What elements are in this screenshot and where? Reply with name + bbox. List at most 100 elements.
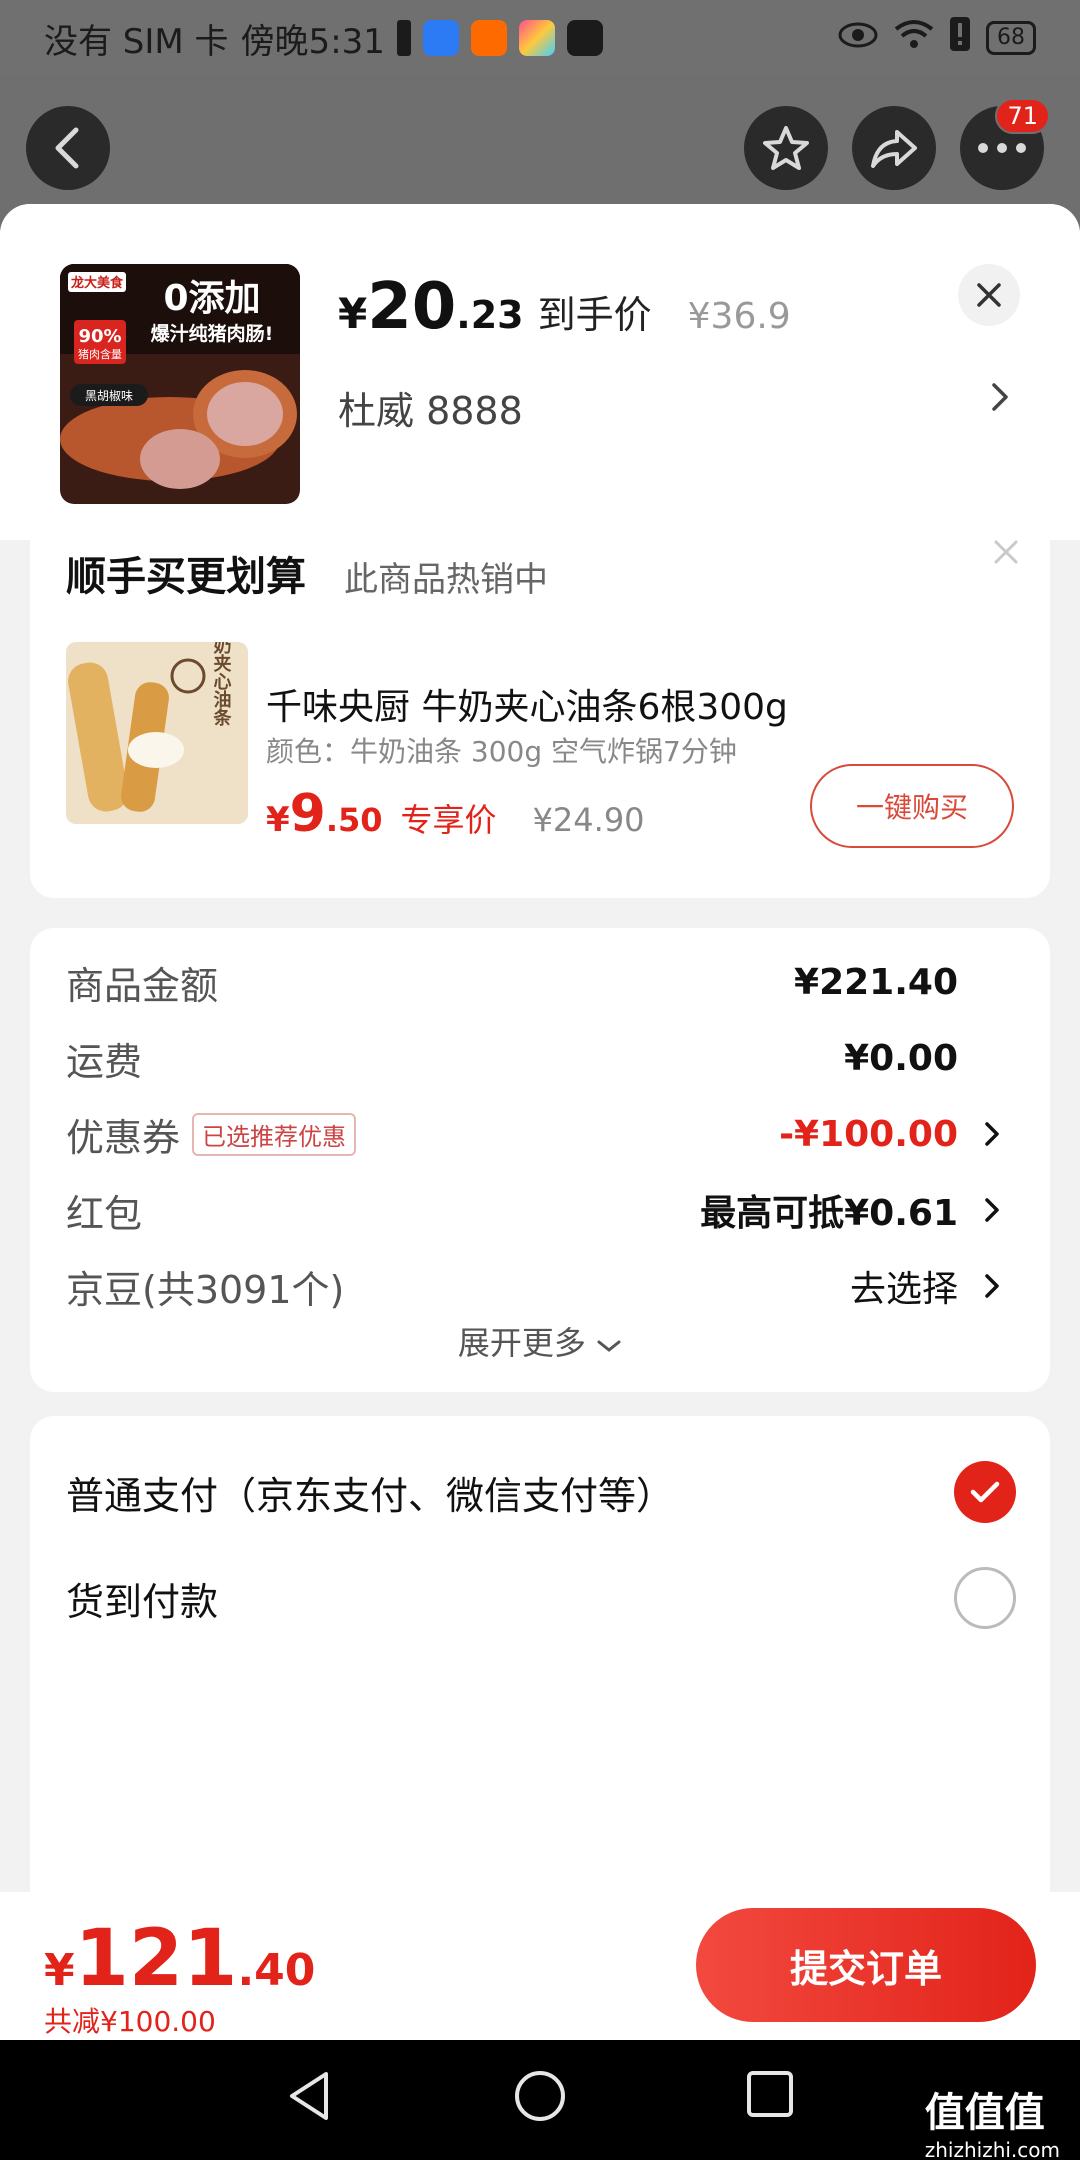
top-nav: 71 (0, 76, 1080, 204)
summary-row-redpacket[interactable]: 红包 最高可抵¥0.61 (66, 1180, 1036, 1240)
thumb-title-text: 牛奶夹心油条 (211, 642, 233, 727)
product-image: 龙大美食 0添加 爆汁纯猪肉肠! 90% 猪肉含量 黑胡椒味 (60, 264, 300, 504)
watermark: 值值值 zhizhizhi.com (925, 2080, 1060, 2160)
radio-unchecked-icon[interactable] (954, 1567, 1016, 1629)
system-home-icon[interactable] (512, 2068, 568, 2128)
payment-option-cod[interactable]: 货到付款 (66, 1558, 1016, 1638)
more-dots-icon (978, 143, 1026, 153)
order-summary: 商品金额 ¥221.40 运费 ¥0.00 优惠券 已选推荐优惠 -¥100.0… (30, 928, 1050, 1392)
pork-percent-text: 90% (78, 326, 121, 347)
expand-more-label: 展开更多 (457, 1324, 586, 1362)
notification-badge: 71 (995, 98, 1050, 134)
summary-label: 优惠券 (66, 1115, 181, 1160)
summary-row-shipping: 运费 ¥0.00 (66, 1028, 1036, 1088)
share-button[interactable] (852, 106, 936, 190)
eye-icon (838, 18, 878, 58)
system-back-icon[interactable] (284, 2068, 334, 2128)
pork-content-text: 猪肉含量 (78, 347, 122, 361)
system-nav-bar: 值值值 zhizhizhi.com (0, 2040, 1080, 2160)
payment-methods: 普通支付（京东支付、微信支付等） 货到付款 (30, 1416, 1050, 1896)
summary-value: ¥221.40 (794, 961, 958, 1003)
expand-more-button[interactable]: 展开更多 (30, 1318, 1050, 1364)
upsell-price-symbol: ¥ (266, 800, 290, 840)
upsell-title: 顺手买更划算 (66, 554, 306, 600)
total-price-integer: 121 (74, 1914, 238, 2004)
total-discount: 共减¥100.00 (44, 2005, 216, 2038)
radio-checked-icon[interactable] (954, 1461, 1016, 1523)
dismiss-upsell-icon[interactable] (992, 538, 1020, 570)
checkout-sheet: 龙大美食 0添加 爆汁纯猪肉肠! 90% 猪肉含量 黑胡椒味 ¥ 20 .23 … (0, 204, 1080, 1896)
submit-order-button[interactable]: 提交订单 (696, 1908, 1036, 2022)
clock-text: 傍晚5:31 (240, 21, 385, 62)
taobao-app-icon (470, 20, 507, 56)
close-button[interactable] (958, 264, 1020, 326)
watermark-url: zhizhizhi.com (924, 2138, 1060, 2160)
flavor-text: 黑胡椒味 (85, 389, 133, 403)
chevron-left-icon (55, 127, 79, 169)
close-icon (977, 283, 1001, 307)
summary-row-coupon[interactable]: 优惠券 已选推荐优惠 -¥100.00 (66, 1104, 1036, 1164)
battery-indicator: 68 (986, 21, 1036, 55)
upsell-price: ¥ 9 .50 专享价 ¥24.90 (266, 784, 645, 844)
payment-option-label: 货到付款 (66, 1579, 219, 1624)
exclusive-price-label: 专享价 (400, 801, 497, 839)
upsell-product-image[interactable]: 牛奶夹心油条 (66, 642, 248, 824)
price-integer: 20 (367, 270, 457, 344)
redpacket-value: 最高可抵¥0.61 (700, 1193, 958, 1234)
chevron-right-icon (984, 1196, 1000, 1228)
upsell-product-spec: 颜色：牛奶油条 300g 空气炸锅7分钟 (266, 735, 737, 768)
chevron-right-icon (984, 1120, 1000, 1152)
one-click-buy-button[interactable]: 一键购买 (810, 764, 1014, 848)
coupon-value: -¥100.00 (779, 1113, 958, 1155)
product-price: ¥ 20 .23 到手价 ¥36.9 (338, 270, 791, 344)
alert-icon (950, 16, 970, 60)
summary-row-jingdou[interactable]: 京豆(共3091个) 去选择 (66, 1256, 1036, 1316)
payment-option-label: 普通支付（京东支付、微信支付等） (66, 1473, 675, 1518)
favorite-button[interactable] (744, 106, 828, 190)
product-header: 龙大美食 0添加 爆汁纯猪肉肠! 90% 猪肉含量 黑胡椒味 ¥ 20 .23 … (0, 204, 1080, 540)
original-price: ¥36.9 (687, 296, 791, 337)
status-bar: 没有 SIM 卡 傍晚5:31 68 (0, 0, 1080, 76)
shield-app-icon (422, 20, 459, 56)
brand-text: 龙大美食 (71, 275, 124, 291)
upsell-original-price: ¥24.90 (532, 801, 645, 839)
summary-row-goods: 商品金额 ¥221.40 (66, 952, 1036, 1012)
jingdou-value: 去选择 (849, 1269, 958, 1310)
price-tag: 到手价 (537, 293, 652, 337)
star-icon (763, 126, 809, 170)
headline-text: 0添加 (163, 278, 260, 319)
total-price-decimal: .40 (237, 1945, 316, 1996)
upsell-card: 顺手买更划算 此商品热销中 牛奶夹心油条 千味央厨 牛奶夹心油条6根300g 颜… (30, 534, 1050, 898)
coupon-status-badge: 已选推荐优惠 (192, 1112, 357, 1156)
price-decimal: .23 (456, 293, 524, 337)
watermark-title: 值值值 (924, 2090, 1045, 2136)
chevron-right-icon (984, 1272, 1000, 1304)
upsell-product-name[interactable]: 千味央厨 牛奶夹心油条6根300g (266, 678, 788, 730)
chevron-down-icon (597, 1340, 621, 1352)
upsell-price-decimal: .50 (325, 801, 383, 839)
sim-icon (396, 20, 411, 56)
system-recents-icon[interactable] (744, 2068, 796, 2124)
upsell-price-integer: 9 (289, 784, 326, 844)
total-price-symbol: ¥ (44, 1945, 75, 1996)
payment-option-online[interactable]: 普通支付（京东支付、微信支付等） (66, 1452, 1016, 1532)
spec-selector[interactable]: 杜威 8888 (338, 380, 523, 435)
color-app-icon (518, 20, 555, 56)
carrier-text: 没有 SIM 卡 (44, 21, 229, 62)
back-button[interactable] (26, 106, 110, 190)
summary-label: 红包 (66, 1191, 143, 1236)
more-button[interactable]: 71 (960, 98, 1050, 190)
mail-app-icon (566, 20, 603, 56)
summary-label: 京豆(共3091个) (66, 1267, 345, 1312)
checkout-bar: ¥ 121 .40 共减¥100.00 提交订单 (0, 1892, 1080, 2040)
subline-text: 爆汁纯猪肉肠! (151, 322, 274, 345)
share-icon (871, 130, 917, 168)
summary-label: 运费 (66, 1039, 143, 1084)
summary-label: 商品金额 (66, 963, 219, 1008)
chevron-right-icon[interactable] (990, 380, 1010, 418)
wifi-icon (894, 18, 934, 58)
upsell-subtitle: 此商品热销中 (344, 560, 548, 600)
total-price: ¥ 121 .40 (44, 1914, 315, 2004)
price-symbol: ¥ (338, 289, 368, 338)
summary-value: ¥0.00 (844, 1037, 958, 1079)
